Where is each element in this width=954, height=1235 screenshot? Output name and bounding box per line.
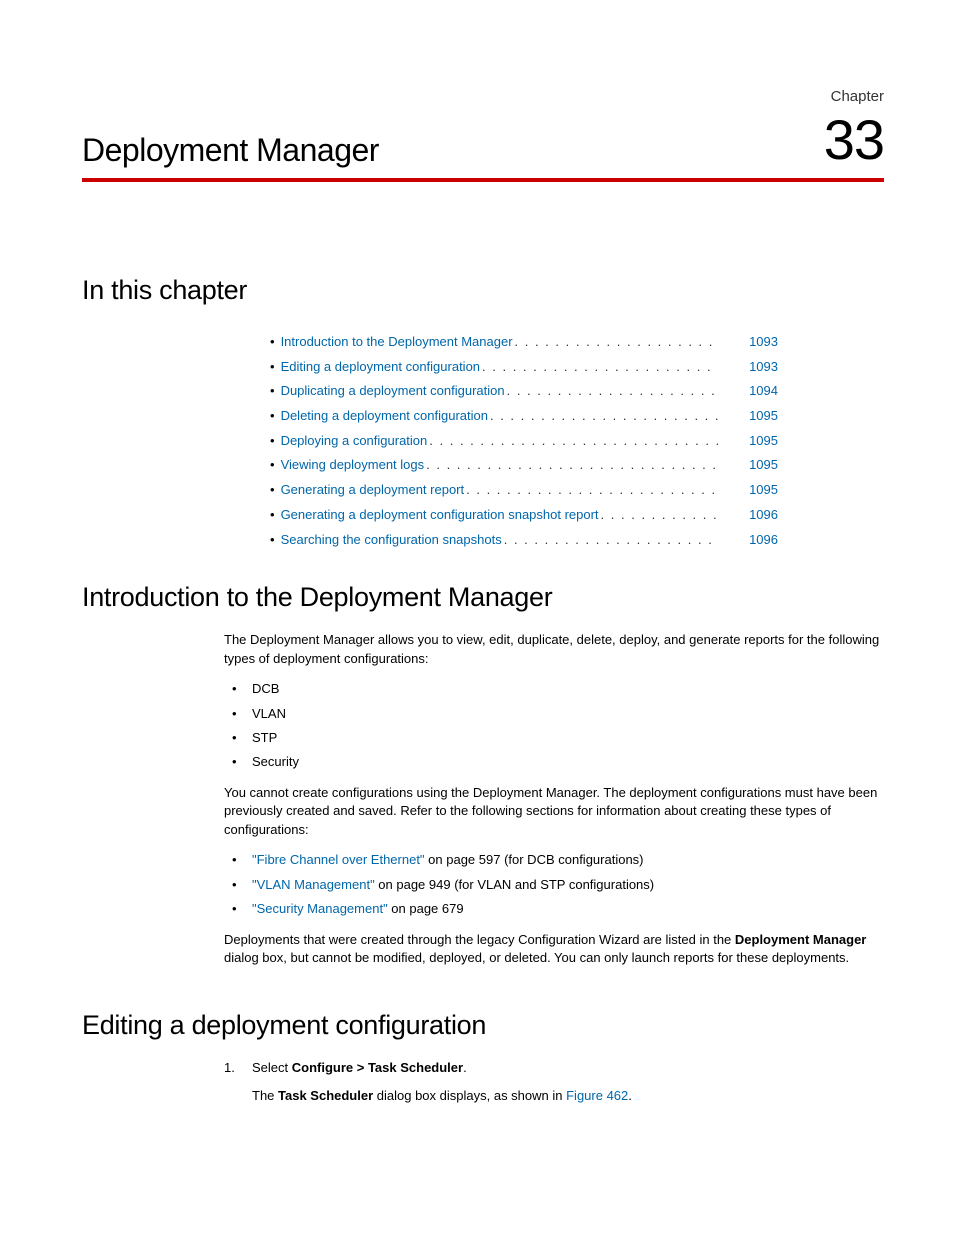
list-item-text: on page 949 (for VLAN and STP configurat…	[375, 877, 654, 892]
editing-heading: Editing a deployment configuration	[82, 1010, 884, 1041]
toc-row: •Searching the configuration snapshots 10…	[270, 528, 778, 553]
list-item-text: on page 597 (for DCB configurations)	[425, 852, 644, 867]
toc-page[interactable]: 1093	[738, 355, 778, 380]
xref-link[interactable]: "Security Management"	[252, 901, 388, 916]
list-item: DCB	[224, 680, 884, 698]
page: Chapter 33 Deployment Manager In this ch…	[0, 0, 954, 1235]
list-item: VLAN	[224, 705, 884, 723]
dialog-name: Task Scheduler	[278, 1088, 373, 1103]
bullet-icon: •	[270, 453, 275, 478]
toc-link[interactable]: Editing a deployment configuration	[281, 355, 480, 380]
toc-page[interactable]: 1095	[738, 453, 778, 478]
toc-leader	[466, 478, 718, 503]
xref-link[interactable]: "Fibre Channel over Ethernet"	[252, 852, 425, 867]
toc-leader	[490, 404, 718, 429]
toc-page[interactable]: 1095	[738, 404, 778, 429]
toc-page[interactable]: 1093	[738, 330, 778, 355]
bullet-icon: •	[270, 478, 275, 503]
toc-leader	[504, 528, 718, 553]
chapter-number: 33	[824, 112, 884, 168]
toc-page[interactable]: 1095	[738, 478, 778, 503]
bullet-icon: •	[270, 429, 275, 454]
dialog-name: Deployment Manager	[735, 932, 866, 947]
step-item: Select Configure > Task Scheduler. The T…	[224, 1059, 884, 1106]
config-types-list: DCB VLAN STP Security	[224, 680, 884, 772]
toc-link[interactable]: Searching the configuration snapshots	[281, 528, 502, 553]
toc-link[interactable]: Generating a deployment configuration sn…	[281, 503, 599, 528]
toc-leader	[426, 453, 718, 478]
toc-link[interactable]: Duplicating a deployment configuration	[281, 379, 505, 404]
toc-page[interactable]: 1096	[738, 503, 778, 528]
bullet-icon: •	[270, 404, 275, 429]
toc-row: •Duplicating a deployment configuration 1…	[270, 379, 778, 404]
toc-link[interactable]: Generating a deployment report	[281, 478, 465, 503]
bullet-icon: •	[270, 379, 275, 404]
intro-para-1: The Deployment Manager allows you to vie…	[224, 631, 884, 668]
toc-leader	[507, 379, 718, 404]
toc-leader	[429, 429, 718, 454]
toc-row: •Deploying a configuration 1095	[270, 429, 778, 454]
bullet-icon: •	[270, 355, 275, 380]
toc-link[interactable]: Viewing deployment logs	[281, 453, 425, 478]
toc-page[interactable]: 1095	[738, 429, 778, 454]
toc-leader	[482, 355, 718, 380]
menu-path: Configure > Task Scheduler	[292, 1060, 463, 1075]
toc-row: •Editing a deployment configuration 1093	[270, 355, 778, 380]
list-item: "Fibre Channel over Ethernet" on page 59…	[224, 851, 884, 869]
list-item-text: on page 679	[388, 901, 464, 916]
toc-row: •Generating a deployment configuration s…	[270, 503, 778, 528]
toc: •Introduction to the Deployment Manager1…	[270, 330, 778, 552]
intro-para-2: You cannot create configurations using t…	[224, 784, 884, 839]
toc-link[interactable]: Deploying a configuration	[281, 429, 428, 454]
chapter-title: Deployment Manager	[82, 132, 379, 169]
bullet-icon: •	[270, 503, 275, 528]
bullet-icon: •	[270, 528, 275, 553]
list-item: Security	[224, 753, 884, 771]
list-item: "Security Management" on page 679	[224, 900, 884, 918]
figure-link[interactable]: Figure 462	[566, 1088, 628, 1103]
chapter-rule	[82, 178, 884, 182]
list-item: STP	[224, 729, 884, 747]
editing-steps: Select Configure > Task Scheduler. The T…	[224, 1059, 884, 1106]
toc-page[interactable]: 1096	[738, 528, 778, 553]
references-list: "Fibre Channel over Ethernet" on page 59…	[224, 851, 884, 918]
toc-leader	[515, 330, 718, 355]
toc-page[interactable]: 1094	[738, 379, 778, 404]
content-area: In this chapter •Introduction to the Dep…	[82, 275, 884, 1117]
intro-para-3: Deployments that were created through th…	[224, 931, 884, 968]
in-this-chapter-heading: In this chapter	[82, 275, 884, 306]
intro-heading: Introduction to the Deployment Manager	[82, 582, 884, 613]
bullet-icon: •	[270, 330, 275, 355]
step-body: The Task Scheduler dialog box displays, …	[252, 1087, 884, 1105]
toc-leader	[601, 503, 718, 528]
editing-body: Select Configure > Task Scheduler. The T…	[224, 1059, 884, 1106]
xref-link[interactable]: "VLAN Management"	[252, 877, 375, 892]
chapter-label: Chapter	[831, 88, 884, 105]
list-item: "VLAN Management" on page 949 (for VLAN …	[224, 876, 884, 894]
toc-row: •Deleting a deployment configuration 1095	[270, 404, 778, 429]
toc-row: •Generating a deployment report 1095	[270, 478, 778, 503]
toc-link[interactable]: Introduction to the Deployment Manager	[281, 330, 513, 355]
intro-body: The Deployment Manager allows you to vie…	[224, 631, 884, 967]
toc-link[interactable]: Deleting a deployment configuration	[281, 404, 488, 429]
toc-row: •Viewing deployment logs 1095	[270, 453, 778, 478]
toc-row: •Introduction to the Deployment Manager 1…	[270, 330, 778, 355]
